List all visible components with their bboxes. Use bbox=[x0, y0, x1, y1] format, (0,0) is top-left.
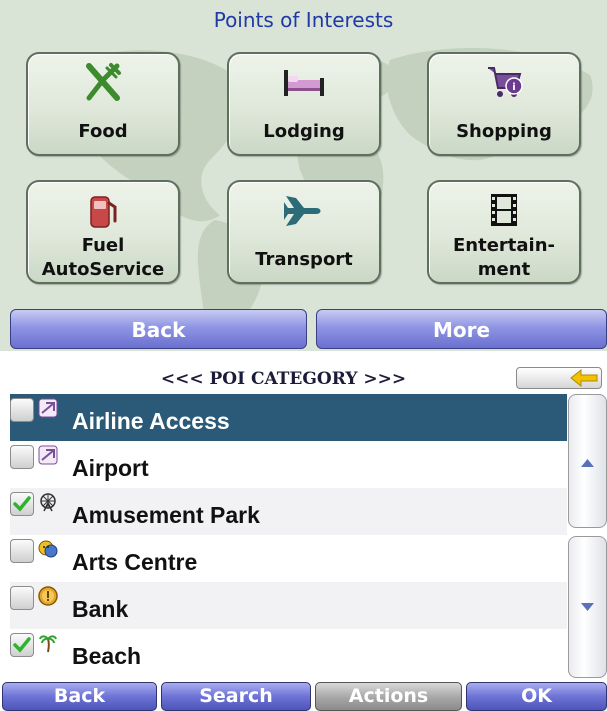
tile-label-entertainment-line1: Entertain- bbox=[452, 235, 555, 256]
list-item-label: Bank bbox=[72, 596, 129, 622]
tile-label-shopping: Shopping bbox=[456, 121, 552, 142]
theater-masks-icon bbox=[38, 540, 58, 558]
airline-icon bbox=[38, 398, 58, 418]
tile-label-lodging: Lodging bbox=[263, 121, 345, 142]
poi-category-panel: <<< POI CATEGORY >>> Airline Access Airp… bbox=[0, 364, 607, 711]
category-tile-food[interactable]: Food bbox=[26, 52, 180, 156]
search-button[interactable]: Search bbox=[161, 682, 311, 711]
tile-label-transport: Transport bbox=[255, 249, 353, 270]
coin-icon bbox=[38, 586, 58, 606]
category-tile-transport[interactable]: Transport bbox=[227, 180, 381, 284]
up-arrow-icon bbox=[581, 459, 594, 467]
svg-text:i: i bbox=[512, 82, 515, 93]
list-item-label: Airport bbox=[72, 455, 149, 481]
list-item[interactable]: Arts Centre bbox=[10, 535, 567, 582]
list-item-label: Amusement Park bbox=[72, 502, 260, 528]
scroll-down-button[interactable] bbox=[568, 536, 607, 678]
checkbox[interactable] bbox=[10, 539, 34, 563]
list-item[interactable]: Amusement Park bbox=[10, 488, 567, 535]
list-item[interactable]: Bank bbox=[10, 582, 567, 629]
category-tile-fuel[interactable]: Fuel AutoService bbox=[26, 180, 180, 284]
checkmark-icon bbox=[13, 637, 31, 653]
actions-button[interactable]: Actions bbox=[315, 682, 462, 711]
list-item-label: Arts Centre bbox=[72, 549, 198, 575]
checkbox[interactable] bbox=[10, 398, 34, 422]
back-button[interactable]: Back bbox=[2, 682, 157, 711]
tile-label-fuel-line2: AutoService bbox=[41, 259, 165, 280]
bed-icon bbox=[229, 60, 379, 104]
tile-label-food: Food bbox=[78, 121, 128, 142]
airport-icon bbox=[38, 445, 58, 465]
palm-tree-icon bbox=[39, 635, 57, 653]
checkbox[interactable] bbox=[10, 492, 34, 516]
checkbox[interactable] bbox=[10, 586, 34, 610]
list-item[interactable]: Beach bbox=[10, 629, 567, 676]
page-title: Points of Interests bbox=[213, 8, 394, 32]
more-button[interactable]: More bbox=[316, 309, 607, 349]
airplane-icon bbox=[229, 188, 379, 232]
tile-label-entertainment: Entertain- ment bbox=[429, 234, 579, 282]
tile-label-fuel: Fuel AutoService bbox=[28, 234, 178, 282]
category-tile-entertainment[interactable]: Entertain- ment bbox=[427, 180, 581, 284]
checkbox[interactable] bbox=[10, 445, 34, 469]
tile-label-fuel-line1: Fuel bbox=[81, 235, 125, 256]
poi-category-header[interactable]: <<< POI CATEGORY >>> bbox=[0, 364, 567, 394]
shopping-cart-icon: i bbox=[429, 60, 579, 104]
fork-knife-icon bbox=[28, 60, 178, 104]
back-button[interactable]: Back bbox=[10, 309, 307, 349]
down-arrow-icon bbox=[581, 603, 594, 611]
category-tile-lodging[interactable]: Lodging bbox=[227, 52, 381, 156]
list-item[interactable]: Airline Access bbox=[10, 394, 567, 441]
poi-category-list: Airline Access Airport Amusement Park Ar… bbox=[10, 394, 567, 676]
film-strip-icon bbox=[429, 188, 579, 232]
back-arrow-button[interactable] bbox=[516, 367, 602, 389]
list-item[interactable]: Airport bbox=[10, 441, 567, 488]
list-item-label: Airline Access bbox=[72, 408, 230, 434]
checkmark-icon bbox=[13, 496, 31, 512]
ferris-wheel-icon bbox=[40, 493, 56, 512]
fuel-pump-icon bbox=[28, 188, 178, 232]
tile-label-entertainment-line2: ment bbox=[477, 259, 531, 280]
list-item-label: Beach bbox=[72, 643, 142, 669]
poi-top-panel: Points of Interests Food Lodging i Shopp… bbox=[0, 0, 607, 351]
left-arrow-icon bbox=[570, 368, 598, 388]
ok-button[interactable]: OK bbox=[466, 682, 607, 711]
checkbox[interactable] bbox=[10, 633, 34, 657]
scroll-up-button[interactable] bbox=[568, 394, 607, 528]
category-tile-shopping[interactable]: i Shopping bbox=[427, 52, 581, 156]
